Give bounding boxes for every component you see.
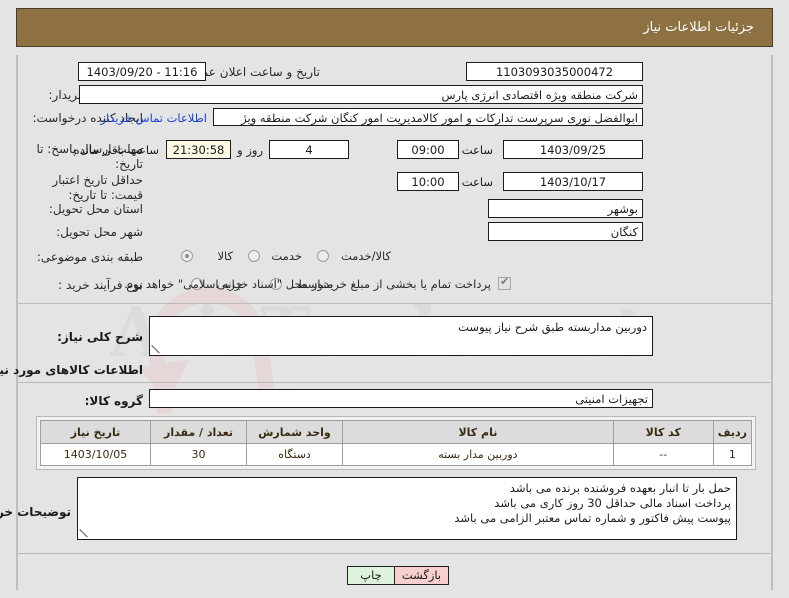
cell-code: -- [612,443,714,466]
divider-2 [18,382,771,383]
treasury-note-checkbox[interactable] [498,275,511,290]
requester-field[interactable]: ابوالفضل نوری سرپرست تدارکات و امور کالا… [213,108,643,126]
page-title: جزئیات اطلاعات نیاز [643,20,754,35]
label-delivery-province: استان محل تحویل: [48,202,143,216]
cell-unit: دستگاه [246,443,343,466]
label-delivery-city: شهر محل تحویل: [56,225,143,239]
announce-datetime-field[interactable]: 11:16 - 1403/09/20 [78,62,206,81]
treasury-note-text: پرداخت تمام یا بخشی از مبلغ خرید،از محل … [124,277,491,291]
cell-need-date: 1403/10/05 [40,443,151,466]
general-description-text: دوربین مداربسته طبق شرح نیاز پیوست [458,320,647,334]
label-general-description: شرح کلی نیاز: [57,330,143,344]
radio-label-category-goods-service: کالا/خدمت [340,249,391,263]
back-button[interactable]: بازگشت [394,566,449,585]
response-deadline-date-field[interactable]: 1403/09/25 [503,140,643,159]
col-name: نام کالا [342,420,614,444]
cell-quantity: 30 [150,443,247,466]
general-description-textarea[interactable]: دوربین مداربسته طبق شرح نیاز پیوست [149,316,653,356]
buyer-contact-link[interactable]: اطلاعات تماس خریدار [100,111,207,125]
col-row-no: ردیف [712,420,753,444]
label-remaining-days: روز و [237,143,263,157]
col-code: کد کالا [612,420,714,444]
label-price-validity-time: ساعت [461,175,493,189]
buyer-notes-textarea[interactable]: حمل بار تا انبار بعهده فروشنده برنده می … [77,477,737,540]
label-countdown: ساعت باقی مانده [73,143,159,157]
table-row[interactable]: 1 -- دوربین مدار بسته دستگاه 30 1403/10/… [40,443,753,466]
window-title-bar: جزئیات اطلاعات نیاز [16,8,773,47]
buyer-note-line: حمل بار تا انبار بعهده فروشنده برنده می … [509,481,731,495]
label-subject-category: طبقه بندی موضوعی: [36,250,143,264]
buyer-note-line: پیوست پیش فاکتور و شماره تماس معتبر الزا… [454,511,731,525]
col-need-date: تاریخ نیاز [40,420,151,444]
resize-grip-icon[interactable] [80,529,89,538]
buyer-note-line: پرداخت اسناد مالی حداقل 30 روز کاری می ب… [494,496,731,510]
radio-category-goods-service[interactable] [317,250,329,262]
table-header-row: ردیف کد کالا نام کالا واحد شمارش تعداد /… [40,420,753,444]
page-root: AriaTender.net جزئیات اطلاعات نیاز شماره… [0,0,789,598]
countdown-timer: 21:30:58 [166,140,231,159]
radio-category-goods[interactable] [181,250,193,262]
resize-grip-icon[interactable] [152,345,161,354]
label-response-deadline-time: ساعت [461,143,493,157]
radio-label-category-service: خدمت [271,249,302,263]
label-buyer-notes: توضیحات خریدار: [0,505,71,519]
items-table: ردیف کد کالا نام کالا واحد شمارش تعداد /… [40,420,753,466]
items-table-wrapper: ردیف کد کالا نام کالا واحد شمارش تعداد /… [36,416,756,470]
goods-group-field[interactable]: تجهیزات امنیتی [149,389,653,408]
delivery-city-field[interactable]: کنگان [488,222,643,241]
need-number-field[interactable]: 1103093035000472 [466,62,643,81]
response-deadline-time-field[interactable]: 09:00 [397,140,459,159]
delivery-province-field[interactable]: بوشهر [488,199,643,218]
cell-name: دوربین مدار بسته [342,443,614,466]
divider-1 [18,303,771,304]
price-validity-date-field[interactable]: 1403/10/17 [503,172,643,191]
col-quantity: تعداد / مقدار [150,420,247,444]
goods-section-title: اطلاعات کالاهای مورد نیاز [0,363,143,377]
divider-3 [18,553,771,554]
radio-label-category-goods: کالا [217,249,233,263]
remaining-days-field: 4 [269,140,349,159]
price-validity-time-field[interactable]: 10:00 [397,172,459,191]
col-unit: واحد شمارش [246,420,343,444]
cell-row-no: 1 [712,443,753,466]
label-price-validity: حداقل تاریخ اعتبار قیمت: تا تاریخ: [52,173,143,202]
print-button[interactable]: چاپ [347,566,395,585]
radio-category-service[interactable] [248,250,260,262]
buyer-org-field[interactable]: شرکت منطقه ویژه اقتصادی انرژی پارس [79,85,643,104]
label-goods-group: گروه کالا: [84,394,143,408]
